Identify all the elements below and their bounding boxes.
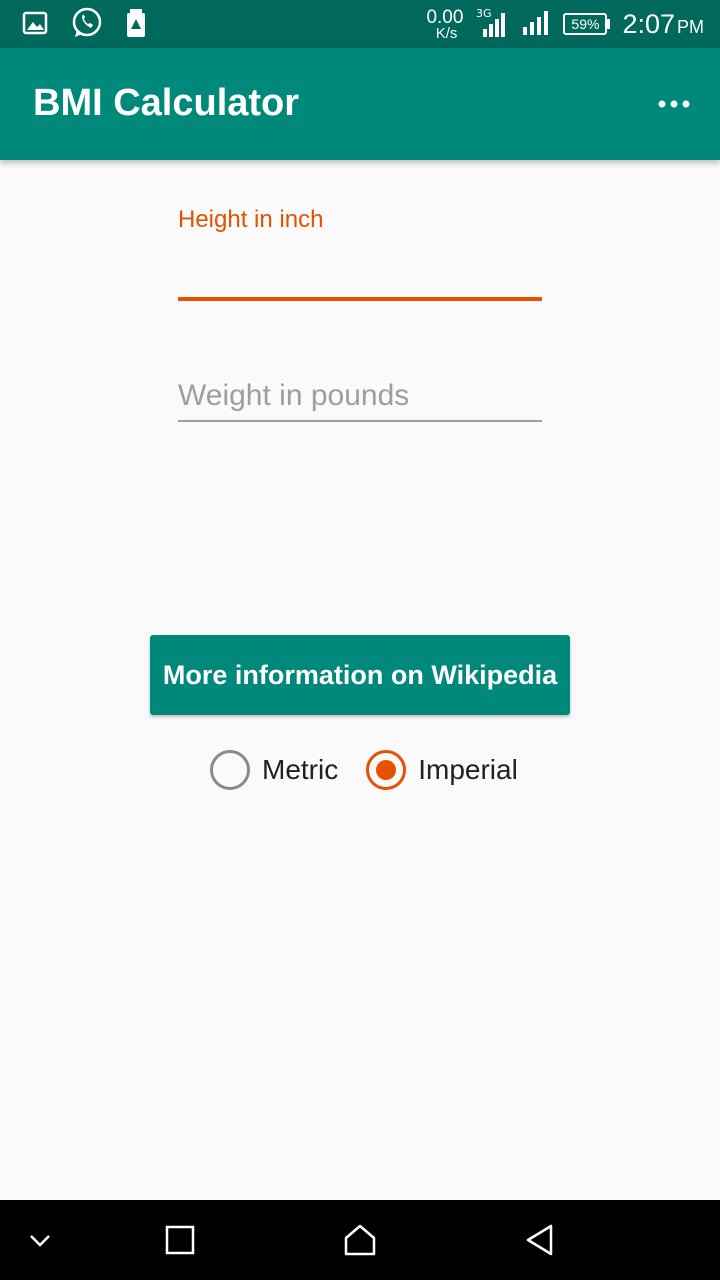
radio-imperial[interactable]: Imperial [366, 750, 518, 790]
gallery-icon [20, 8, 50, 43]
radio-metric[interactable]: Metric [210, 750, 338, 790]
navigation-bar [0, 1200, 720, 1280]
weight-field [178, 370, 542, 426]
weight-input[interactable] [178, 374, 542, 418]
wikipedia-button[interactable]: More information on Wikipedia [150, 635, 570, 715]
radio-imperial-circle[interactable] [366, 750, 407, 790]
signal-icon [521, 7, 551, 42]
net-speed: 0.00 K/s [426, 7, 464, 42]
unit-radio-group: Metric Imperial [210, 750, 518, 790]
recents-icon[interactable] [156, 1216, 204, 1264]
height-field: Height in inch [178, 206, 542, 306]
height-input[interactable] [178, 250, 542, 294]
radio-imperial-dot [376, 760, 397, 780]
clock: 2:07 PM [622, 8, 704, 39]
weight-underline [178, 420, 542, 422]
radio-imperial-label: Imperial [418, 754, 518, 785]
whatsapp-icon [70, 6, 104, 45]
radio-metric-circle[interactable] [210, 750, 250, 790]
battery-icon: 59% [563, 13, 611, 35]
storage-icon [124, 7, 148, 44]
signal-3g-icon: 3G [475, 5, 509, 44]
status-bar: 0.00 K/s 3G 59% 2:07 PM [0, 0, 720, 48]
height-underline [178, 297, 542, 301]
home-icon[interactable] [336, 1216, 384, 1264]
chevron-down-icon[interactable] [16, 1216, 64, 1264]
back-icon[interactable] [516, 1216, 564, 1264]
app-bar: BMI Calculator [0, 48, 720, 160]
app-title: BMI Calculator [33, 82, 300, 124]
height-label: Height in inch [178, 206, 324, 233]
radio-metric-label: Metric [262, 754, 339, 785]
more-vert-icon[interactable] [654, 84, 694, 124]
svg-text:3G: 3G [476, 7, 492, 20]
